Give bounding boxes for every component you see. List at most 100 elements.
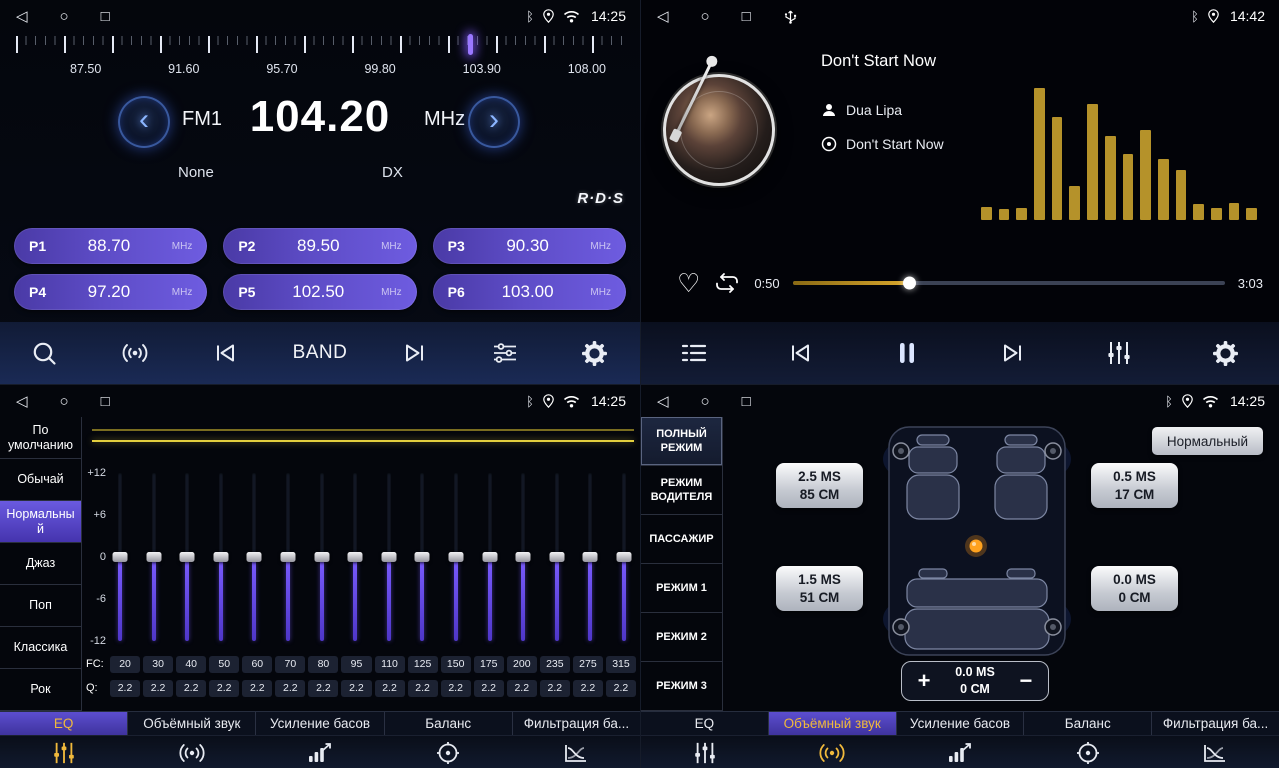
frequency-pointer[interactable]: [468, 34, 473, 55]
preset-button[interactable]: P6 103.00 MHz: [433, 274, 626, 310]
repeat-icon[interactable]: [713, 271, 741, 295]
favorite-icon[interactable]: ♡: [677, 270, 700, 296]
tab-icon-eq[interactable]: [0, 736, 128, 768]
tune-up-button[interactable]: ›: [468, 96, 520, 148]
progress-bar[interactable]: [793, 281, 1225, 285]
broadcast-button[interactable]: [113, 340, 157, 366]
eq-band-slider[interactable]: [213, 473, 229, 641]
listening-mode-item[interactable]: ПОЛНЫЙ РЕЖИМ: [641, 417, 723, 466]
back-icon[interactable]: ◁: [657, 9, 669, 24]
slider-handle[interactable]: [280, 552, 295, 562]
audio-tab[interactable]: Фильтрация ба...: [513, 712, 640, 735]
home-icon[interactable]: ○: [701, 394, 710, 409]
delay-rear-left-button[interactable]: 1.5 MS 51 СМ: [776, 566, 863, 611]
delay-front-left-button[interactable]: 2.5 MS 85 СМ: [776, 463, 863, 508]
eq-band-slider[interactable]: [448, 473, 464, 641]
back-icon[interactable]: ◁: [16, 9, 28, 24]
slider-handle[interactable]: [113, 552, 128, 562]
eq-band-slider[interactable]: [515, 473, 531, 641]
delay-minus-button[interactable]: −: [1015, 670, 1037, 692]
eq-band-slider[interactable]: [414, 473, 430, 641]
previous-station-button[interactable]: [203, 342, 247, 364]
audio-tab[interactable]: EQ: [641, 712, 769, 735]
audio-tab[interactable]: EQ: [0, 712, 128, 735]
eq-preset-item[interactable]: Рок: [0, 669, 82, 711]
eq-band-slider[interactable]: [582, 473, 598, 641]
next-track-button[interactable]: [991, 342, 1035, 364]
listening-mode-item[interactable]: РЕЖИМ 1: [641, 564, 723, 613]
tab-icon-crossover[interactable]: [512, 736, 640, 768]
home-icon[interactable]: ○: [701, 9, 710, 24]
listening-mode-item[interactable]: РЕЖИМ 3: [641, 662, 723, 711]
tab-icon-eq[interactable]: [641, 736, 769, 768]
settings-button[interactable]: [1204, 340, 1248, 367]
home-icon[interactable]: ○: [60, 9, 69, 24]
eq-preset-item[interactable]: Обычай: [0, 459, 82, 501]
home-icon[interactable]: ○: [60, 394, 69, 409]
mixer-button[interactable]: [1097, 340, 1141, 366]
audio-tab[interactable]: Баланс: [385, 712, 513, 735]
preset-button[interactable]: P3 90.30 MHz: [433, 228, 626, 264]
eq-band-slider[interactable]: [381, 473, 397, 641]
slider-handle[interactable]: [583, 552, 598, 562]
eq-preset-item[interactable]: Нормальный: [0, 501, 82, 543]
tab-icon-surround[interactable]: [769, 736, 897, 768]
slider-handle[interactable]: [180, 552, 195, 562]
recents-icon[interactable]: □: [742, 9, 751, 24]
eq-band-slider[interactable]: [347, 473, 363, 641]
recents-icon[interactable]: □: [101, 9, 110, 24]
slider-handle[interactable]: [314, 552, 329, 562]
previous-track-button[interactable]: [778, 342, 822, 364]
audio-tab[interactable]: Усиление басов: [256, 712, 384, 735]
listening-mode-item[interactable]: РЕЖИМ ВОДИТЕЛЯ: [641, 466, 723, 515]
slider-handle[interactable]: [381, 552, 396, 562]
playlist-button[interactable]: [672, 342, 716, 364]
slider-handle[interactable]: [213, 552, 228, 562]
eq-preset-item[interactable]: По умолчанию: [0, 417, 82, 459]
recents-icon[interactable]: □: [742, 394, 751, 409]
eq-band-slider[interactable]: [179, 473, 195, 641]
back-icon[interactable]: ◁: [16, 394, 28, 409]
eq-preset-item[interactable]: Джаз: [0, 543, 82, 585]
pause-button[interactable]: [885, 340, 929, 366]
eq-band-slider[interactable]: [549, 473, 565, 641]
delay-rear-right-button[interactable]: 0.0 MS 0 СМ: [1091, 566, 1178, 611]
surround-preset-button[interactable]: Нормальный: [1152, 427, 1263, 455]
slider-handle[interactable]: [482, 552, 497, 562]
preset-button[interactable]: P5 102.50 MHz: [223, 274, 416, 310]
eq-band-slider[interactable]: [616, 473, 632, 641]
slider-handle[interactable]: [146, 552, 161, 562]
frequency-scale[interactable]: 87.5091.6095.7099.80103.90108.00: [0, 34, 640, 82]
eq-band-slider[interactable]: [482, 473, 498, 641]
settings-button[interactable]: [573, 340, 617, 367]
tab-icon-bass[interactable]: [896, 736, 1024, 768]
tab-icon-crossover[interactable]: [1151, 736, 1279, 768]
band-button[interactable]: BAND: [293, 342, 348, 364]
progress-thumb[interactable]: [903, 277, 916, 290]
delay-plus-button[interactable]: +: [913, 670, 935, 692]
recents-icon[interactable]: □: [101, 394, 110, 409]
eq-band-slider[interactable]: [146, 473, 162, 641]
listening-mode-item[interactable]: РЕЖИМ 2: [641, 613, 723, 662]
eq-preset-item[interactable]: Классика: [0, 627, 82, 669]
audio-tab[interactable]: Фильтрация ба...: [1152, 712, 1279, 735]
back-icon[interactable]: ◁: [657, 394, 669, 409]
slider-handle[interactable]: [415, 552, 430, 562]
slider-handle[interactable]: [516, 552, 531, 562]
delay-front-right-button[interactable]: 0.5 MS 17 СМ: [1091, 463, 1178, 508]
audio-tab[interactable]: Усиление басов: [897, 712, 1025, 735]
slider-handle[interactable]: [348, 552, 363, 562]
preset-button[interactable]: P1 88.70 MHz: [14, 228, 207, 264]
audio-settings-button[interactable]: [483, 341, 527, 365]
eq-preset-item[interactable]: Поп: [0, 585, 82, 627]
eq-band-slider[interactable]: [112, 473, 128, 641]
slider-handle[interactable]: [247, 552, 262, 562]
eq-band-slider[interactable]: [280, 473, 296, 641]
preset-button[interactable]: P2 89.50 MHz: [223, 228, 416, 264]
tab-icon-bass[interactable]: [256, 736, 384, 768]
scan-button[interactable]: [23, 340, 67, 367]
tab-icon-balance[interactable]: [1024, 736, 1152, 768]
slider-handle[interactable]: [448, 552, 463, 562]
audio-tab[interactable]: Баланс: [1024, 712, 1152, 735]
slider-handle[interactable]: [549, 552, 564, 562]
